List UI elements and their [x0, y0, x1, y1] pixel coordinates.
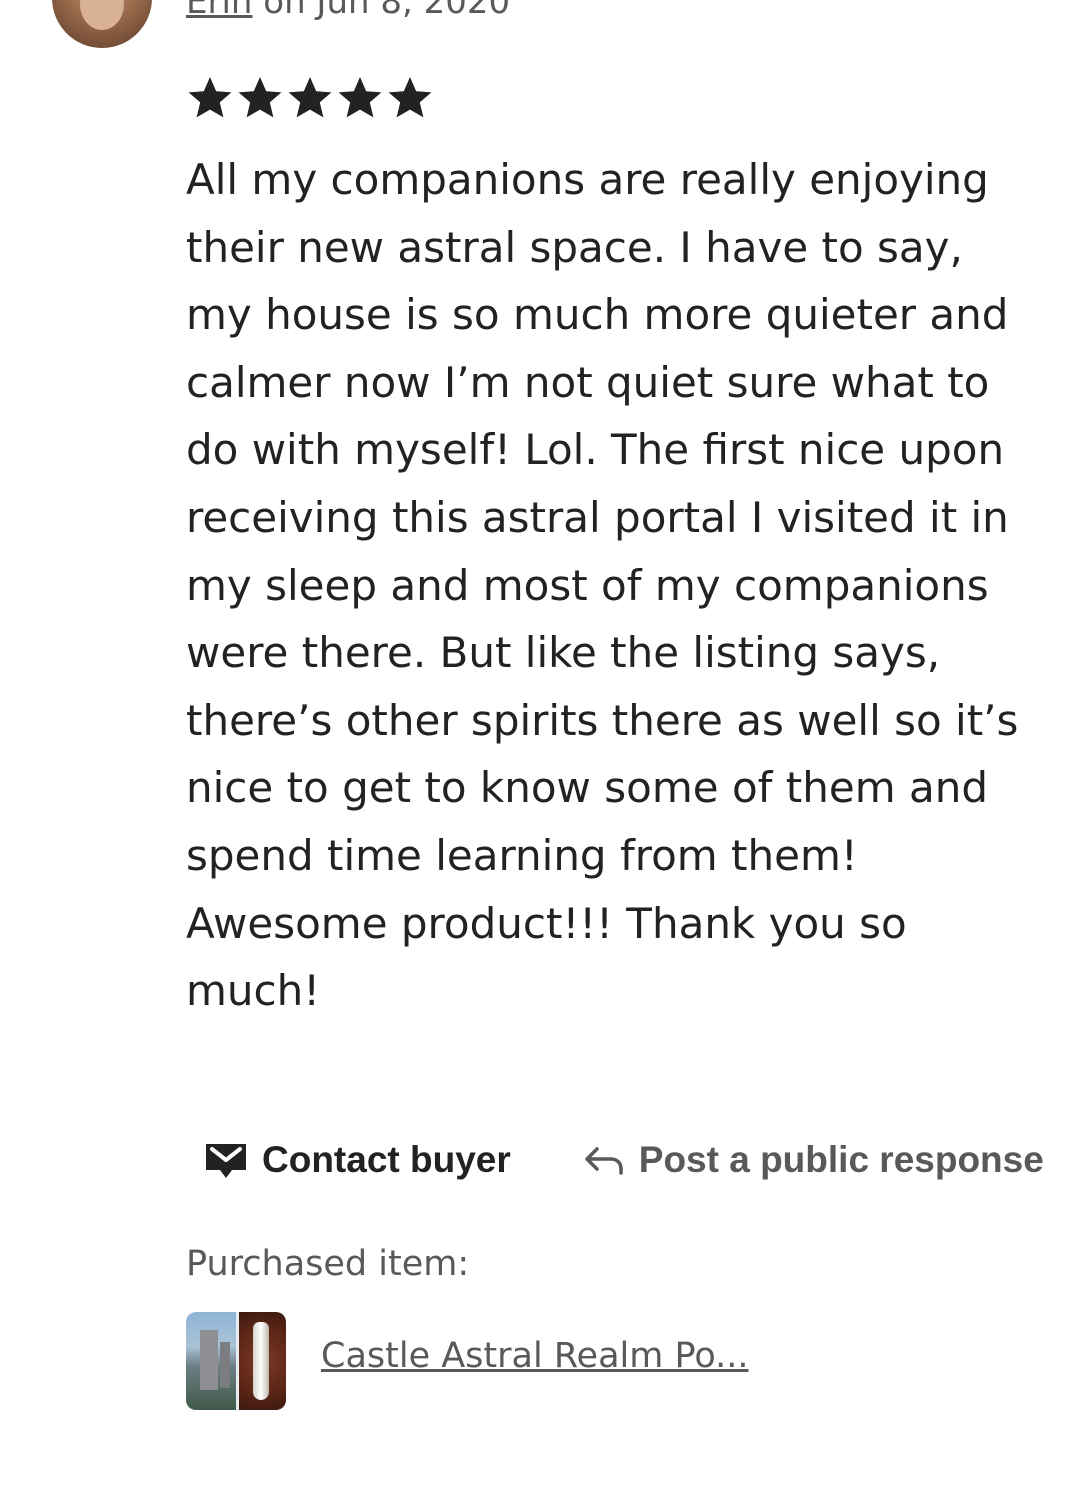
review-line: do with myself! Lol. The first nice upon [186, 425, 1005, 475]
review-line: spend time learning from them! [186, 830, 858, 880]
review-line: my sleep and most of my companions [186, 560, 989, 610]
star-icon [388, 77, 432, 118]
star-icon [188, 77, 232, 118]
star-rating [186, 72, 434, 124]
mail-icon [204, 1140, 248, 1180]
contact-buyer-button[interactable]: Contact buyer [204, 1139, 511, 1181]
review-line: there’s other spirits there as well so i… [186, 695, 1019, 745]
star-icon [338, 77, 382, 118]
purchased-item-link[interactable]: Castle Astral Realm Po... [321, 1336, 749, 1376]
castle-image [186, 1312, 236, 1410]
contact-buyer-label: Contact buyer [262, 1139, 511, 1180]
purchased-item-thumbnail[interactable] [186, 1312, 286, 1410]
castle-tower [220, 1342, 230, 1388]
review-actions: Contact buyer Post a public response [204, 1130, 1044, 1190]
star-icon [288, 77, 332, 118]
reviewer-avatar[interactable] [52, 0, 152, 48]
review-line: receiving this astral portal I visited i… [186, 492, 1009, 542]
reviewer-name-link[interactable]: Erin [186, 0, 252, 22]
avatar-face [80, 0, 124, 30]
review-line: their new astral space. I have to say, [186, 222, 963, 272]
review-line: Awesome product!!! Thank you so [186, 898, 907, 948]
review-line: All my companions are really enjoying [186, 155, 989, 204]
star-icon [238, 77, 282, 118]
review-line: nice to get to know some of them and [186, 763, 988, 813]
review-line: much! [186, 966, 321, 1016]
reply-arrow-icon [583, 1143, 625, 1177]
purchased-item-label: Purchased item: [186, 1244, 470, 1284]
review-line: calmer now I’m not quiet sure what to [186, 357, 990, 407]
review-header: Erin on Jun 8, 2020 [186, 0, 510, 20]
post-public-response-button[interactable]: Post a public response [583, 1139, 1044, 1181]
review-line: my house is so much more quieter and [186, 290, 1009, 340]
review-line: were there. But like the listing says, [186, 628, 941, 678]
review-date: on Jun 8, 2020 [252, 0, 511, 22]
review-body: All my companions are really enjoying th… [186, 146, 1026, 1025]
crystal-pendant [253, 1322, 269, 1400]
post-public-response-label: Post a public response [638, 1139, 1044, 1180]
castle-tower [200, 1330, 218, 1390]
crystal-image [239, 1312, 286, 1410]
